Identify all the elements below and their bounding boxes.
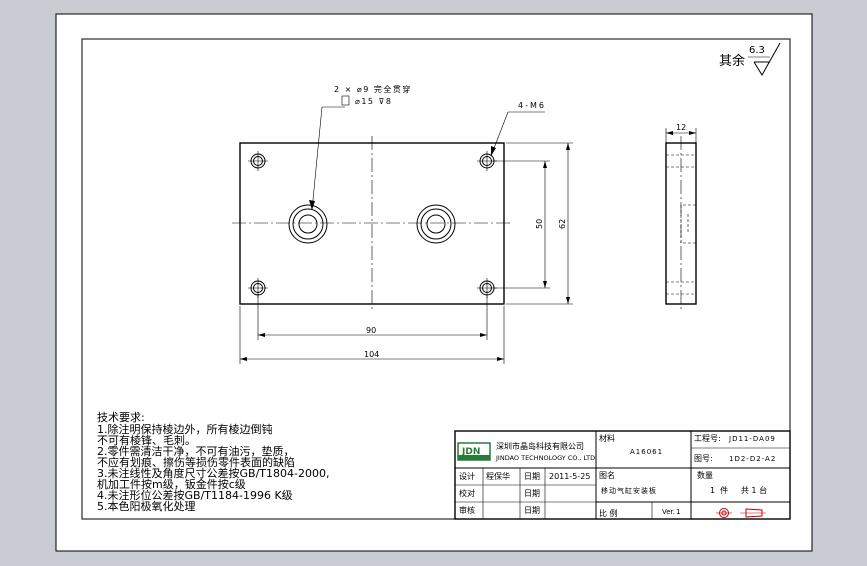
dim-104-text: 104 — [364, 350, 379, 359]
material-value: A16061 — [630, 448, 663, 456]
approver-label: 审核 — [459, 505, 475, 515]
date-label-2: 日期 — [524, 489, 540, 498]
company-logo: JDN — [457, 442, 491, 461]
dim-12-text: 12 — [676, 123, 686, 132]
surface-finish-label: 其余 — [719, 53, 745, 69]
quantity-value: 1 件 共 1 台 — [710, 485, 767, 495]
checker-label: 校对 — [459, 488, 475, 498]
hole-callout-line1: 2 × ⌀9 完全贯穿 — [334, 84, 412, 94]
company-name-cn: 深圳市晶岛科技有限公司 — [496, 441, 584, 451]
version-label: Ver. — [662, 508, 675, 516]
date-value: 2011-5-25 — [549, 472, 590, 481]
quantity-label: 数量 — [697, 470, 713, 480]
tech-item: 5.本色阳极氧化处理 — [97, 499, 196, 513]
drawing-name-label: 图名 — [599, 470, 615, 480]
project-no-value: JD11-DA09 — [728, 435, 776, 443]
drawing-name-value: 移动气缸安装板 — [601, 486, 657, 495]
dim-50-text: 50 — [535, 219, 544, 229]
drawing-canvas: 其余 6.3 2 × ⌀9 完全贯穿 ⌀15 ⊽8 4-M6 50 62 90 … — [0, 0, 867, 562]
material-label: 材料 — [599, 433, 615, 443]
date-label-3: 日期 — [524, 506, 540, 515]
date-label-1: 日期 — [524, 472, 540, 481]
surface-finish-value: 6.3 — [749, 45, 765, 56]
designer-label: 设计 — [459, 471, 475, 481]
designer-value: 程保华 — [486, 471, 510, 481]
dim-90-text: 90 — [366, 326, 376, 335]
drawing-no-value: 1D2-D2-A2 — [729, 455, 776, 463]
drawing-no-label: 图号: — [694, 454, 713, 463]
tap-callout-label: 4-M6 — [518, 101, 546, 110]
dim-62-text: 62 — [558, 219, 567, 229]
drawing-svg: 其余 6.3 2 × ⌀9 完全贯穿 ⌀15 ⊽8 4-M6 50 62 90 … — [55, 13, 813, 552]
logo-text: JDN — [461, 447, 480, 457]
hole-callout-line2: ⌀15 ⊽8 — [355, 97, 392, 106]
version-value: 1 — [676, 508, 680, 516]
scale-label: 比 例 — [599, 508, 618, 518]
company-name-en: JINDAO TECHNOLOGY CO., LTD — [495, 454, 595, 462]
project-no-label: 工程号: — [694, 434, 721, 443]
